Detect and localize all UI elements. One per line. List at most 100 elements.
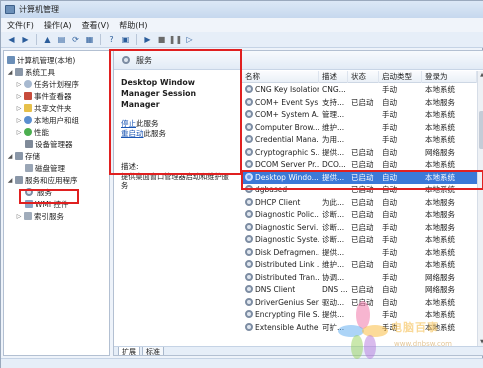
tab-extended[interactable]: 扩展: [118, 347, 140, 355]
table-row[interactable]: dgbased 已启动 自动 本地系统: [242, 184, 477, 197]
tree-item-disk-management[interactable]: 磁盘管理: [25, 162, 65, 174]
stop-service-suffix: 此服务: [136, 119, 159, 128]
stop-service-link[interactable]: 停止: [121, 119, 136, 129]
tree-item-event-viewer[interactable]: ▷ 事件查看器: [16, 90, 72, 102]
cell-startup: 自动: [382, 260, 397, 269]
expand-icon[interactable]: ▷: [16, 117, 22, 124]
table-row[interactable]: DNS Client DNS ... 已启动 自动 网络服务: [242, 284, 477, 297]
table-row[interactable]: DCOM Server Pr... DCO... 已启动 自动 本地系统: [242, 159, 477, 172]
table-row[interactable]: Diagnostic Servi... 诊断... 已启动 手动 本地服务: [242, 222, 477, 235]
tree-item-device-manager[interactable]: 设备管理器: [25, 138, 73, 150]
cell-logon: 本地系统: [425, 247, 455, 257]
collapse-icon[interactable]: ◢: [7, 153, 13, 160]
column-header-description[interactable]: 描述: [319, 71, 348, 83]
tab-standard[interactable]: 标准: [142, 347, 164, 355]
table-row[interactable]: DHCP Client 为此... 已启动 自动 本地服务: [242, 197, 477, 210]
column-header-logon[interactable]: 登录为: [422, 71, 477, 83]
menu-view[interactable]: 查看(V): [82, 20, 110, 31]
table-row[interactable]: COM+ Event Sys... 支持... 已启动 自动 本地服务: [242, 97, 477, 110]
expand-icon[interactable]: ▷: [16, 81, 22, 88]
cell-name: COM+ System A...: [242, 109, 319, 122]
table-row[interactable]: DriverGenius Ser... 驱动... 已启动 自动 本地系统: [242, 297, 477, 310]
cell-desc: 维护...: [322, 122, 345, 132]
expand-icon[interactable]: ▷: [16, 129, 22, 136]
gear-icon: [245, 97, 253, 106]
table-row[interactable]: Extensible Authe... 可扩... 手动 本地系统: [242, 322, 477, 335]
tree-item-services-apps[interactable]: ◢ 服务和应用程序: [7, 174, 78, 186]
table-row[interactable]: Distributed Link ... 维护... 已启动 自动 本地系统: [242, 259, 477, 272]
cell-logon: 本地系统: [425, 85, 455, 94]
service-name: Diagnostic Syste...: [255, 235, 319, 244]
cell-logon: 网络服务: [425, 285, 455, 294]
service-description-pane: Desktop Window Manager Session Manager 停…: [114, 71, 242, 355]
refresh-icon[interactable]: ⟳: [70, 34, 81, 45]
table-row[interactable]: Diagnostic Syste... 诊断... 已启动 手动 本地系统: [242, 234, 477, 247]
menu-action[interactable]: 操作(A): [44, 20, 72, 31]
table-row[interactable]: Encrypting File S... 提供... 手动 本地系统: [242, 309, 477, 322]
table-row[interactable]: Credential Mana... 为用... 手动 本地系统: [242, 134, 477, 147]
cell-desc: 诊断...: [322, 210, 345, 219]
cell-status: 已启动: [351, 147, 374, 157]
scrollbar-thumb[interactable]: [479, 111, 483, 149]
show-hide-tree-icon[interactable]: ▤: [56, 34, 67, 45]
column-header-status[interactable]: 状态: [348, 71, 379, 83]
tree-item-task-scheduler[interactable]: ▷ 任务计划程序: [16, 78, 79, 90]
expand-icon[interactable]: ▷: [16, 105, 22, 112]
cell-desc: 诊断...: [322, 222, 345, 232]
table-row[interactable]: Disk Defragmen... 提供... 手动 本地系统: [242, 247, 477, 260]
play-icon[interactable]: ▶: [142, 34, 153, 45]
tree-item-wmi[interactable]: WMI 控件: [25, 198, 68, 210]
back-icon[interactable]: ◀: [6, 34, 17, 45]
service-name: Diagnostic Polic...: [255, 210, 319, 219]
service-name: dgbased: [255, 185, 288, 194]
cell-status: 已启动: [351, 285, 374, 294]
properties-icon[interactable]: ▣: [120, 34, 131, 45]
service-name: Disk Defragmen...: [255, 247, 319, 257]
menu-help[interactable]: 帮助(H): [119, 20, 147, 31]
expand-icon[interactable]: ▷: [16, 213, 22, 220]
scroll-up-icon[interactable]: ▲: [478, 71, 483, 79]
services-panel: 服务 Desktop Window Manager Session Manage…: [113, 50, 483, 356]
collapse-icon[interactable]: ◢: [7, 177, 13, 184]
tree-item-local-users[interactable]: ▷ 本地用户和组: [16, 114, 79, 126]
window-title: 计算机管理: [19, 5, 59, 14]
table-row[interactable]: Cryptographic S... 提供... 已启动 自动 网络服务: [242, 147, 477, 160]
cell-startup: 手动: [382, 235, 397, 244]
tree-item-performance[interactable]: ▷ 性能: [16, 126, 49, 138]
services-apps-icon: [15, 176, 23, 184]
table-row[interactable]: Distributed Tran... 协调... 手动 网络服务: [242, 272, 477, 285]
cell-name: Diagnostic Servi...: [242, 222, 319, 235]
tree-item-root[interactable]: 计算机管理(本地): [7, 54, 75, 66]
gear-icon: [245, 185, 253, 193]
scroll-down-icon[interactable]: ▼: [478, 338, 483, 346]
column-header-name[interactable]: 名称: [242, 71, 319, 83]
tree-item-storage[interactable]: ◢ 存储: [7, 150, 40, 162]
expand-icon[interactable]: ▷: [16, 93, 22, 100]
restart-service-link[interactable]: 重启动: [121, 129, 144, 139]
table-row-selected[interactable]: Desktop Windo... 提供... 已启动 自动 本地系统: [242, 171, 477, 184]
restart-icon[interactable]: ▷: [184, 34, 195, 45]
table-row[interactable]: COM+ System A... 管理... 手动 本地系统: [242, 109, 477, 122]
cell-logon: 本地系统: [425, 160, 455, 169]
stop-icon[interactable]: ■: [156, 34, 167, 45]
tree-item-system-tools[interactable]: ◢ 系统工具: [7, 66, 55, 78]
tree-item-index[interactable]: ▷ 索引服务: [16, 210, 64, 222]
tree-item-services[interactable]: 服务: [25, 186, 52, 198]
cell-desc: 诊断...: [322, 235, 345, 244]
column-header-startup-type[interactable]: 启动类型: [379, 71, 422, 83]
table-row[interactable]: CNG Key Isolation CNG... 手动 本地系统: [242, 84, 477, 97]
pause-icon[interactable]: ❚❚: [169, 34, 182, 45]
table-row[interactable]: Computer Brow... 维护... 手动 本地系统: [242, 122, 477, 135]
cell-startup: 自动: [382, 210, 397, 219]
collapse-icon[interactable]: ◢: [7, 69, 13, 76]
menu-file[interactable]: 文件(F): [7, 20, 34, 31]
cell-status: 已启动: [351, 197, 374, 207]
forward-icon[interactable]: ▶: [20, 34, 31, 45]
tree-item-shared-folders[interactable]: ▷ 共享文件夹: [16, 102, 72, 114]
vertical-scrollbar[interactable]: ▲ ▼: [477, 71, 483, 346]
up-folder-icon[interactable]: ▲: [42, 34, 53, 45]
export-list-icon[interactable]: ▦: [84, 34, 95, 45]
services-header: 服务: [114, 51, 483, 70]
help-icon[interactable]: ?: [106, 34, 117, 45]
table-row[interactable]: Diagnostic Polic... 诊断... 已启动 自动 本地服务: [242, 209, 477, 222]
